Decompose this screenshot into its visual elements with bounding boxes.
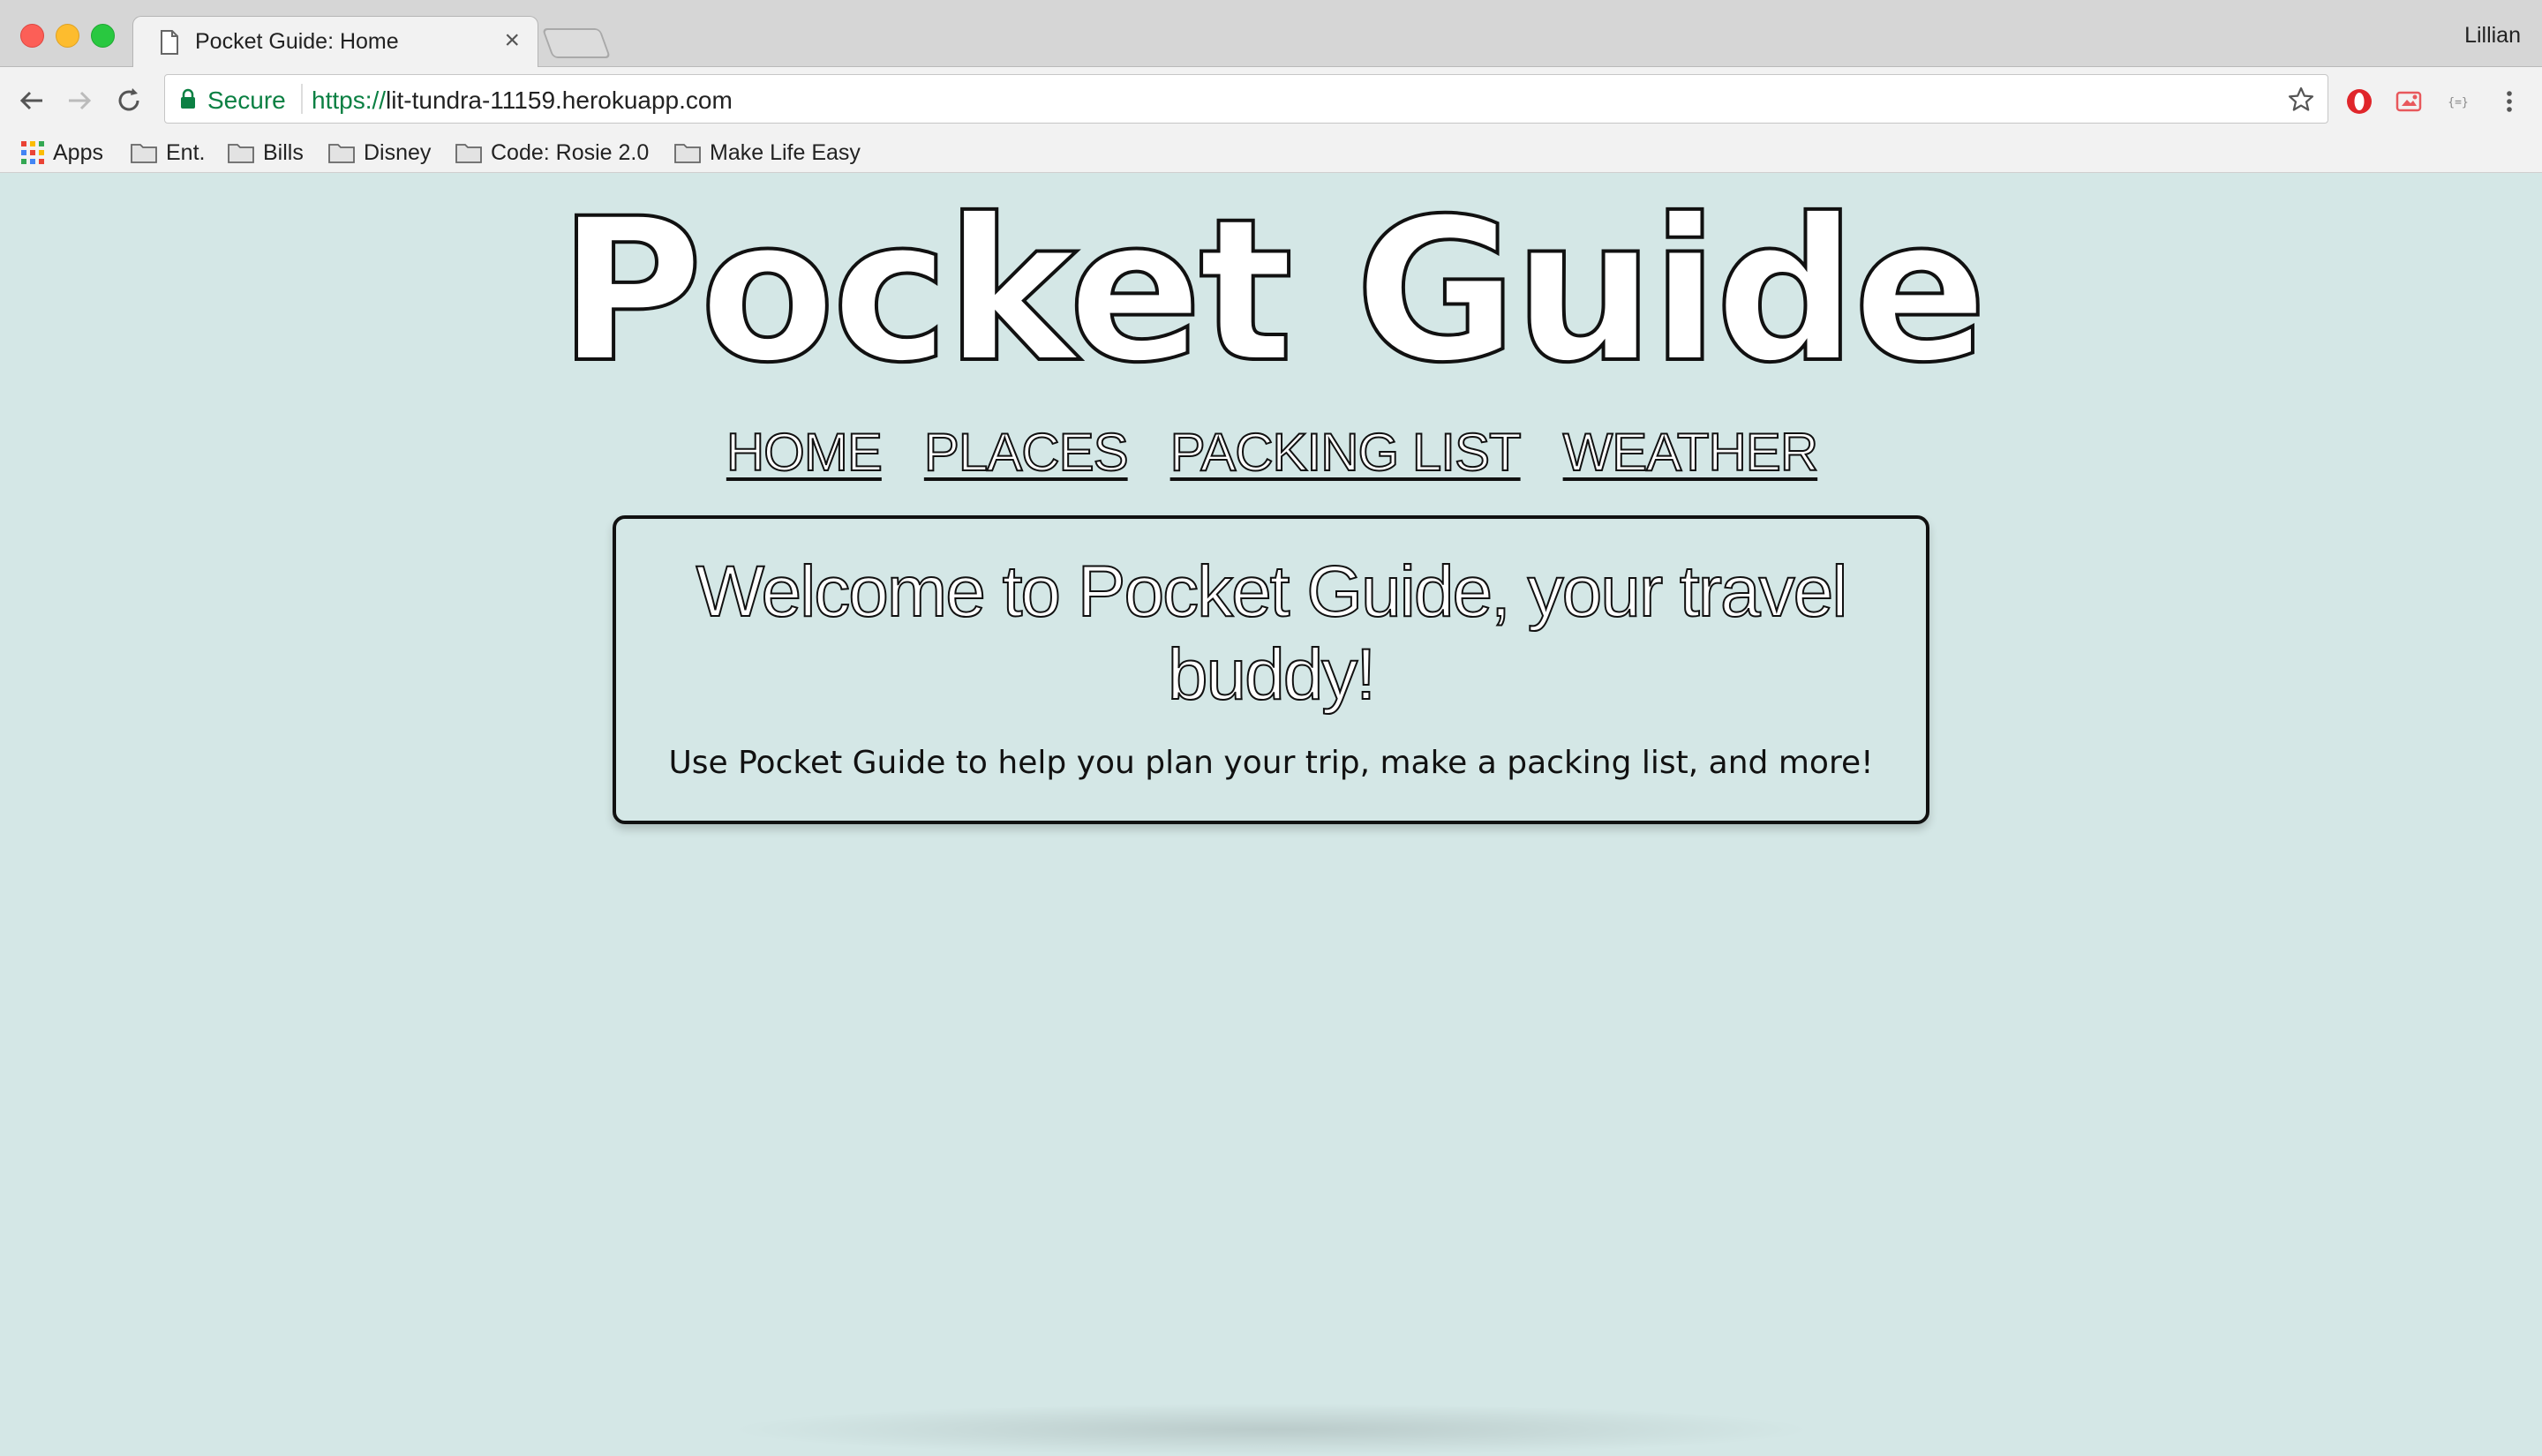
folder-icon (455, 144, 482, 163)
maximize-window-button[interactable] (91, 24, 115, 48)
bookmark-folder-disney[interactable]: Disney (328, 138, 431, 168)
profile-name[interactable]: Lillian (2464, 23, 2521, 49)
window-titlebar: Pocket Guide: Home × Lillian (0, 0, 2542, 67)
bookmark-label: Ent. (166, 139, 206, 165)
welcome-panel: Welcome to Pocket Guide, your travel bud… (613, 515, 1929, 824)
new-tab-button[interactable] (541, 28, 612, 58)
lock-icon (181, 88, 195, 109)
url-text: https://lit-tundra-11159.herokuapp.com (312, 86, 733, 115)
nav-link-weather[interactable]: WEATHER (1562, 422, 1820, 483)
bookmark-label: Make Life Easy (710, 139, 861, 165)
folder-icon (674, 144, 701, 163)
screenshot-extension-icon[interactable] (2394, 86, 2424, 116)
apps-grid-icon (21, 141, 44, 164)
bookmark-label: Bills (263, 139, 304, 165)
site-logo: Pocket Guide (556, 176, 1989, 406)
secure-label: Secure (207, 86, 286, 114)
tab-title: Pocket Guide: Home (195, 29, 399, 54)
bookmark-folder-ent[interactable]: Ent. (131, 138, 205, 168)
nav-link-places[interactable]: PLACES (923, 422, 1130, 483)
browser-tab-active[interactable]: Pocket Guide: Home × (132, 16, 538, 67)
nav-link-packing-list[interactable]: PACKING LIST (1169, 422, 1523, 483)
welcome-heading: Welcome to Pocket Guide, your travel bud… (696, 551, 1849, 716)
folder-icon (328, 144, 355, 163)
close-window-button[interactable] (20, 24, 44, 48)
reload-icon[interactable] (113, 85, 145, 116)
bookmark-label: Code: Rosie 2.0 (491, 139, 650, 165)
footer-shadow (724, 1403, 1818, 1456)
page-icon (161, 30, 178, 55)
browser-toolbar: Secure https://lit-tundra-11159.herokuap… (0, 67, 2542, 134)
folder-icon (228, 144, 254, 163)
url-host: lit-tundra-11159.herokuapp.com (386, 86, 733, 114)
minimize-window-button[interactable] (56, 24, 79, 48)
bookmark-folder-make-life-easy[interactable]: Make Life Easy (674, 138, 861, 168)
bookmark-apps[interactable]: Apps (21, 138, 103, 168)
welcome-subtitle: Use Pocket Guide to help you plan your t… (668, 745, 1874, 781)
back-arrow-icon[interactable] (16, 85, 48, 116)
opera-icon[interactable] (2344, 86, 2374, 116)
menu-kebab-icon[interactable] (2494, 86, 2524, 116)
bookmarks-bar: Apps Ent. Bills Disney Code: Rosie 2.0 M… (0, 134, 2542, 173)
address-separator (301, 84, 303, 114)
json-viewer-icon[interactable]: {=} (2443, 86, 2473, 116)
bookmark-folder-code-rosie[interactable]: Code: Rosie 2.0 (455, 138, 649, 168)
bookmark-label: Disney (364, 139, 432, 165)
url-scheme: https:// (312, 86, 387, 114)
svg-text:{=}: {=} (2448, 96, 2468, 109)
bookmark-label: Apps (53, 139, 103, 165)
tab-close-icon[interactable]: × (504, 26, 520, 56)
bookmark-star-icon[interactable] (2287, 86, 2315, 114)
forward-arrow-icon[interactable] (64, 85, 95, 116)
bookmark-folder-bills[interactable]: Bills (228, 138, 304, 168)
address-bar[interactable]: Secure https://lit-tundra-11159.herokuap… (164, 74, 2328, 124)
nav-link-home[interactable]: HOME (726, 422, 884, 483)
folder-icon (131, 144, 157, 163)
site-nav: HOME PLACES PACKING LIST WEATHER (0, 422, 2542, 483)
